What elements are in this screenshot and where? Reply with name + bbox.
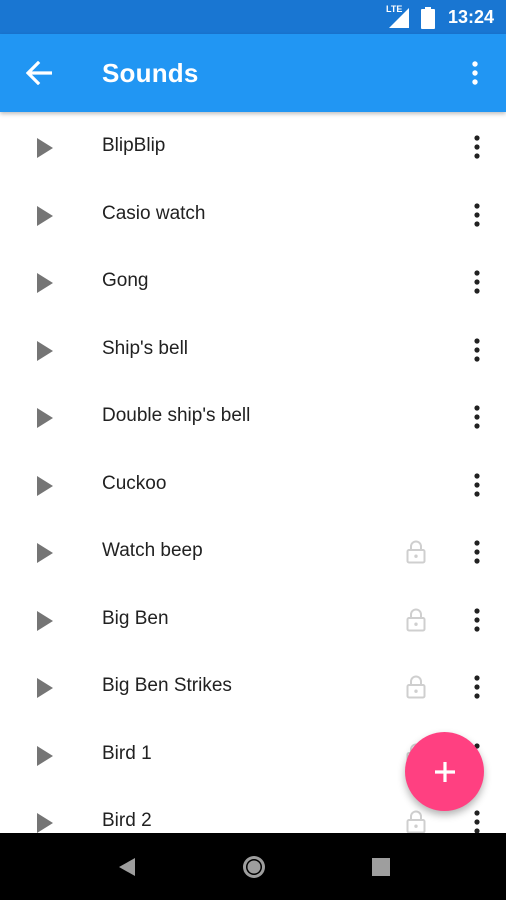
sound-name: Big Ben [102, 607, 169, 629]
sound-row[interactable]: Big Ben Strikes [0, 653, 506, 721]
sound-row[interactable]: Gong [0, 248, 506, 316]
lock-icon [406, 608, 426, 631]
sound-row[interactable]: Double ship's bell [0, 383, 506, 451]
play-icon[interactable] [36, 542, 54, 564]
more-vert-icon[interactable] [470, 134, 484, 160]
status-bar: LTE 13:24 [0, 0, 506, 34]
sound-row[interactable]: Big Ben [0, 586, 506, 654]
system-nav-bar [0, 833, 506, 900]
nav-back-icon[interactable] [118, 857, 136, 877]
play-icon[interactable] [36, 677, 54, 699]
sound-row[interactable]: BlipBlip [0, 113, 506, 181]
more-vert-icon[interactable] [470, 202, 484, 228]
play-icon[interactable] [36, 137, 54, 159]
play-icon[interactable] [36, 745, 54, 767]
more-vert-icon[interactable] [468, 60, 482, 86]
sound-row[interactable]: Ship's bell [0, 316, 506, 384]
sound-name: Bird 1 [102, 742, 152, 764]
more-vert-icon[interactable] [470, 472, 484, 498]
nav-recents-icon[interactable] [372, 858, 390, 876]
sound-name: Double ship's bell [102, 405, 251, 426]
sound-name: Big Ben Strikes [102, 675, 232, 696]
sound-list: BlipBlip Casio watch Gong Ship's bell Do… [0, 113, 506, 833]
arrow-back-icon[interactable] [26, 61, 52, 85]
add-sound-button[interactable] [405, 732, 484, 811]
lock-icon [406, 810, 426, 833]
app-bar: Sounds [0, 34, 506, 112]
add-icon [434, 761, 455, 782]
sound-row[interactable]: Watch beep [0, 518, 506, 586]
battery-icon [421, 7, 435, 29]
lock-icon [406, 540, 426, 564]
sound-row[interactable]: Cuckoo [0, 451, 506, 519]
signal-icon [389, 8, 409, 28]
more-vert-icon[interactable] [470, 404, 484, 430]
nav-home-icon[interactable] [240, 853, 268, 881]
sound-row[interactable]: Casio watch [0, 181, 506, 249]
lock-icon [406, 675, 426, 699]
play-icon[interactable] [36, 205, 54, 227]
more-vert-icon[interactable] [470, 539, 484, 565]
clock: 13:24 [447, 7, 494, 27]
play-icon[interactable] [36, 475, 54, 497]
sound-name: Gong [102, 270, 149, 291]
sound-name: Cuckoo [102, 472, 167, 494]
play-icon[interactable] [36, 407, 54, 429]
more-vert-icon[interactable] [470, 809, 484, 833]
sound-name: Bird 2 [102, 810, 152, 831]
page-title: Sounds [102, 58, 199, 88]
sound-name: Ship's bell [102, 337, 189, 359]
more-vert-icon[interactable] [470, 607, 484, 633]
play-icon[interactable] [36, 340, 54, 362]
play-icon[interactable] [36, 272, 54, 294]
more-vert-icon[interactable] [470, 337, 484, 363]
play-icon[interactable] [36, 610, 54, 632]
play-icon[interactable] [36, 812, 54, 833]
more-vert-icon[interactable] [470, 269, 484, 295]
more-vert-icon[interactable] [470, 674, 484, 700]
sound-name: BlipBlip [102, 135, 166, 156]
sound-name: Watch beep [102, 540, 203, 561]
sound-name: Casio watch [102, 202, 206, 224]
